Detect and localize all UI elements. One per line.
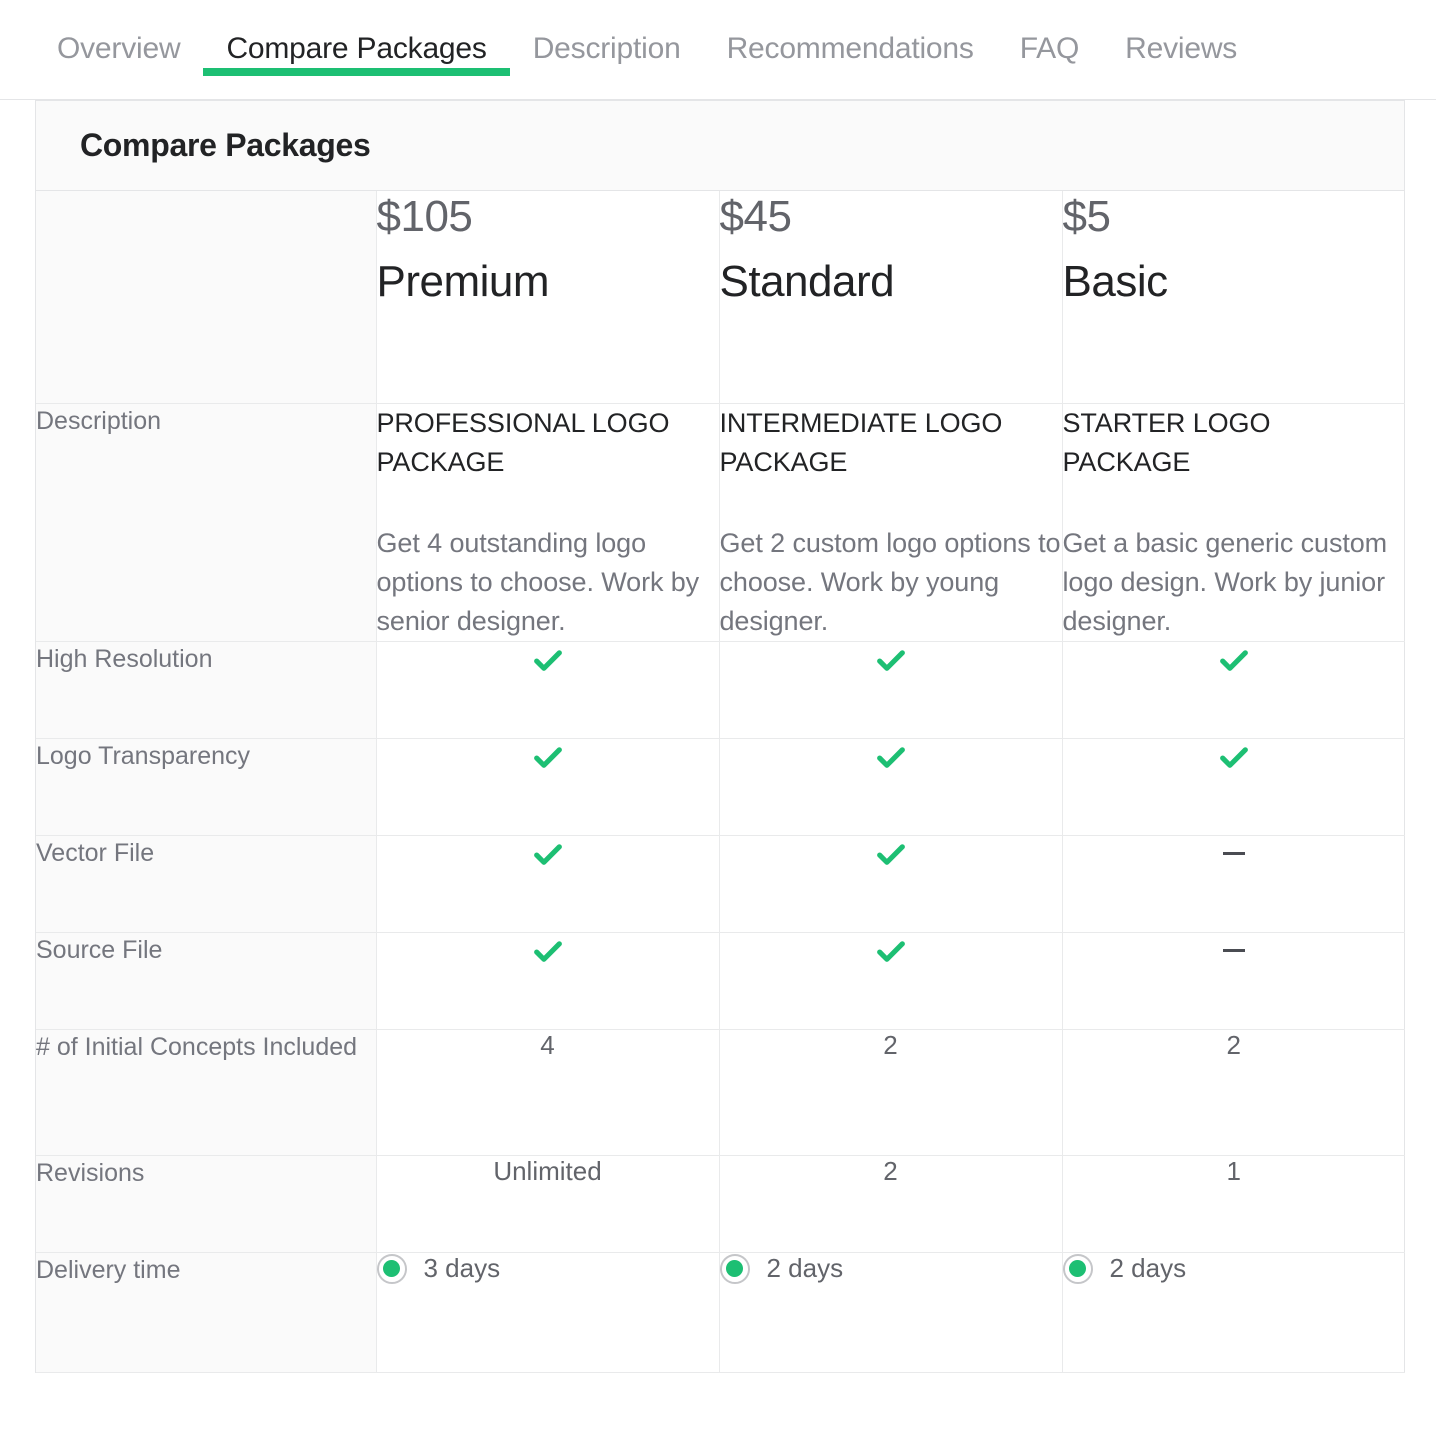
- compare-packages-panel: Compare Packages $105 Premium $45 Standa…: [35, 100, 1406, 1374]
- check-icon: [533, 747, 562, 769]
- check-icon: [1219, 747, 1248, 769]
- table-row-packages: $105 Premium $45 Standard $5 Basic: [36, 191, 1405, 404]
- table-row-source-file: Source File: [36, 932, 1405, 1031]
- table-row-revisions: Revisions Unlimited 2 1: [36, 1155, 1405, 1254]
- cell-source-file-basic: [1062, 932, 1405, 1031]
- check-icon: [876, 941, 905, 963]
- description-heading: PROFESSIONAL LOGO PACKAGE: [376, 407, 670, 477]
- cell-initial-concepts-standard: 2: [719, 1029, 1063, 1157]
- cell-delivery-premium: 3 days: [376, 1252, 720, 1374]
- table-row-description: Description PROFESSIONAL LOGO PACKAGE Ge…: [36, 403, 1405, 643]
- row-label-description: Description: [36, 403, 377, 643]
- check-icon: [533, 650, 562, 672]
- package-price: $45: [719, 192, 792, 241]
- cell-source-file-standard: [719, 932, 1063, 1031]
- table-row-high-resolution: High Resolution: [36, 641, 1405, 740]
- tab-recommendations[interactable]: Recommendations: [704, 0, 997, 64]
- check-icon: [1219, 650, 1248, 672]
- package-header-premium: $105 Premium: [376, 191, 720, 404]
- compare-packages-table: $105 Premium $45 Standard $5 Basic Descr…: [36, 191, 1406, 1374]
- cell-source-file-premium: [376, 932, 720, 1031]
- table-row-delivery-time: Delivery time 3 days 2 days 2 days: [36, 1252, 1406, 1374]
- tab-label: Reviews: [1125, 32, 1238, 65]
- delivery-option-basic[interactable]: 2 days: [1062, 1253, 1406, 1284]
- package-header-standard: $45 Standard: [719, 191, 1063, 404]
- check-icon: [533, 844, 562, 866]
- page-title: Compare Packages: [80, 127, 371, 163]
- row-label-initial-concepts: # of Initial Concepts Included: [36, 1029, 377, 1157]
- description-heading: INTERMEDIATE LOGO PACKAGE: [719, 407, 1003, 477]
- row-label-vector-file: Vector File: [36, 835, 377, 934]
- description-cell-premium: PROFESSIONAL LOGO PACKAGE Get 4 outstand…: [376, 403, 720, 643]
- delivery-label: 3 days: [423, 1253, 501, 1284]
- package-name: Basic: [1062, 256, 1169, 306]
- table-row-logo-transparency: Logo Transparency: [36, 738, 1405, 837]
- row-label-high-resolution: High Resolution: [36, 641, 377, 740]
- radio-selected-icon[interactable]: [376, 1253, 407, 1284]
- row-label-source-file: Source File: [36, 932, 377, 1031]
- check-icon: [876, 747, 905, 769]
- tab-overview[interactable]: Overview: [35, 0, 203, 64]
- package-name: Standard: [719, 256, 895, 306]
- dash-icon: [1222, 948, 1245, 952]
- cell-logo-transparency-premium: [376, 738, 720, 837]
- table-row-initial-concepts: # of Initial Concepts Included 4 2 2: [36, 1029, 1405, 1157]
- check-icon: [533, 941, 562, 963]
- cell-vector-file-premium: [376, 835, 720, 934]
- cell-revisions-standard: 2: [719, 1155, 1063, 1254]
- tab-compare-packages[interactable]: Compare Packages: [203, 0, 510, 76]
- cell-logo-transparency-standard: [719, 738, 1063, 837]
- description-body: Get 2 custom logo options to choose. Wor…: [719, 527, 1061, 637]
- corner-cell: [36, 191, 377, 404]
- cell-high-resolution-premium: [376, 641, 720, 740]
- cell-revisions-premium: Unlimited: [376, 1155, 720, 1254]
- cell-initial-concepts-basic: 2: [1062, 1029, 1405, 1157]
- tab-faq[interactable]: FAQ: [997, 0, 1102, 64]
- description-body: Get 4 outstanding logo options to choose…: [376, 527, 700, 637]
- tab-label: Overview: [57, 32, 181, 65]
- description-heading: STARTER LOGO PACKAGE: [1062, 407, 1271, 477]
- row-label-logo-transparency: Logo Transparency: [36, 738, 377, 837]
- check-icon: [876, 650, 905, 672]
- active-tab-underline: [203, 68, 510, 76]
- cell-logo-transparency-basic: [1062, 738, 1405, 837]
- row-label-revisions: Revisions: [36, 1155, 377, 1254]
- package-price: $105: [376, 192, 473, 241]
- tab-label: Compare Packages: [226, 32, 487, 65]
- tab-description[interactable]: Description: [510, 0, 704, 64]
- table-row-vector-file: Vector File: [36, 835, 1405, 934]
- description-cell-standard: INTERMEDIATE LOGO PACKAGE Get 2 custom l…: [719, 403, 1063, 643]
- delivery-option-standard[interactable]: 2 days: [719, 1253, 1062, 1284]
- cell-high-resolution-basic: [1062, 641, 1405, 740]
- cell-high-resolution-standard: [719, 641, 1063, 740]
- radio-selected-icon[interactable]: [719, 1253, 750, 1284]
- package-tabs: Overview Compare Packages Description Re…: [0, 0, 1436, 100]
- tab-label: Recommendations: [726, 32, 974, 65]
- tab-label: FAQ: [1019, 32, 1080, 65]
- cell-revisions-basic: 1: [1062, 1155, 1405, 1254]
- radio-selected-icon[interactable]: [1062, 1253, 1093, 1284]
- delivery-label: 2 days: [766, 1253, 844, 1284]
- tab-label: Description: [532, 32, 681, 65]
- section-header: Compare Packages: [36, 101, 1404, 191]
- cell-vector-file-standard: [719, 835, 1063, 934]
- package-header-basic: $5 Basic: [1062, 191, 1405, 404]
- package-name: Premium: [376, 256, 550, 306]
- package-price: $5: [1062, 192, 1111, 241]
- cell-delivery-basic: 2 days: [1062, 1252, 1406, 1374]
- dash-icon: [1222, 851, 1245, 855]
- cell-delivery-standard: 2 days: [719, 1252, 1063, 1374]
- tab-reviews[interactable]: Reviews: [1102, 0, 1260, 64]
- check-icon: [876, 844, 905, 866]
- delivery-label: 2 days: [1109, 1253, 1187, 1284]
- cell-vector-file-basic: [1062, 835, 1405, 934]
- delivery-option-premium[interactable]: 3 days: [376, 1253, 719, 1284]
- row-label-delivery-time: Delivery time: [36, 1252, 377, 1374]
- description-cell-basic: STARTER LOGO PACKAGE Get a basic generic…: [1062, 403, 1405, 643]
- description-body: Get a basic generic custom logo design. …: [1062, 527, 1388, 637]
- cell-initial-concepts-premium: 4: [376, 1029, 720, 1157]
